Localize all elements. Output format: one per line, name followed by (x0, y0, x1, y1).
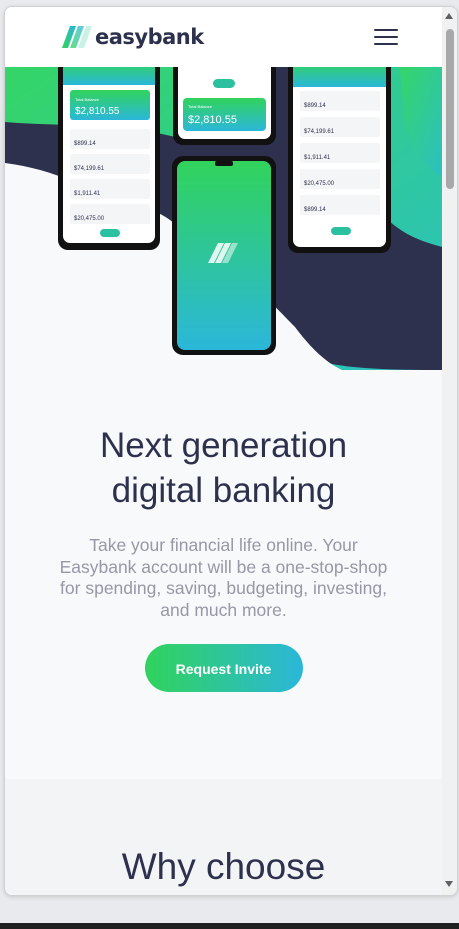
phone-amount-right-5: $899.14 (304, 207, 326, 213)
phone-amount-left-3: $1,911.41 (74, 191, 101, 197)
hero-description: Take your financial life online. Your Ea… (59, 535, 388, 620)
svg-text:Total Balance: Total Balance (75, 97, 100, 102)
logo[interactable]: easybank (62, 25, 204, 49)
phone-amount-right-1: $899.14 (304, 103, 326, 109)
phone-amount-right-3: $1,911.41 (304, 155, 331, 161)
hero-image: Total Balance $2,810.55 $899.14 $74,199.… (5, 67, 442, 370)
os-taskbar-edge (0, 923, 459, 929)
transfer-icon (100, 229, 120, 237)
scrollbar-thumb[interactable] (446, 29, 454, 189)
scroll-up-icon[interactable] (445, 13, 453, 19)
request-invite-button[interactable]: Request Invite (144, 644, 303, 692)
phone-amount-left-2: $74,199.61 (74, 166, 105, 172)
logo-mark-icon (62, 26, 92, 48)
hero-headline: Next generation digital banking (99, 426, 348, 510)
vertical-scrollbar[interactable] (442, 7, 457, 895)
browser-window: easybank Total Balance $2,810.55 $899.14… (4, 6, 458, 896)
why-choose-title: Why choose (121, 846, 326, 887)
phone-amount-left-1: $899.14 (74, 141, 96, 147)
page-viewport: easybank Total Balance $2,810.55 $899.14… (5, 7, 442, 895)
phone-amount-right-4: $20,475.00 (304, 181, 335, 187)
site-header: easybank (5, 7, 442, 67)
phone-balance-center: $2,810.55 (188, 114, 237, 126)
phone-balance-left: $2,810.55 (75, 106, 120, 117)
scroll-down-icon[interactable] (445, 881, 453, 887)
phone-amount-left-4: $20,475.00 (74, 216, 105, 222)
why-choose-section: Why choose (5, 779, 442, 895)
hamburger-menu-icon[interactable] (374, 29, 398, 45)
hero-content: Next generation digital banking Take you… (5, 370, 442, 692)
phone-amount-right-2: $74,199.61 (304, 129, 335, 135)
svg-text:Total Balance: Total Balance (188, 104, 213, 109)
brand-name: easybank (95, 25, 204, 49)
